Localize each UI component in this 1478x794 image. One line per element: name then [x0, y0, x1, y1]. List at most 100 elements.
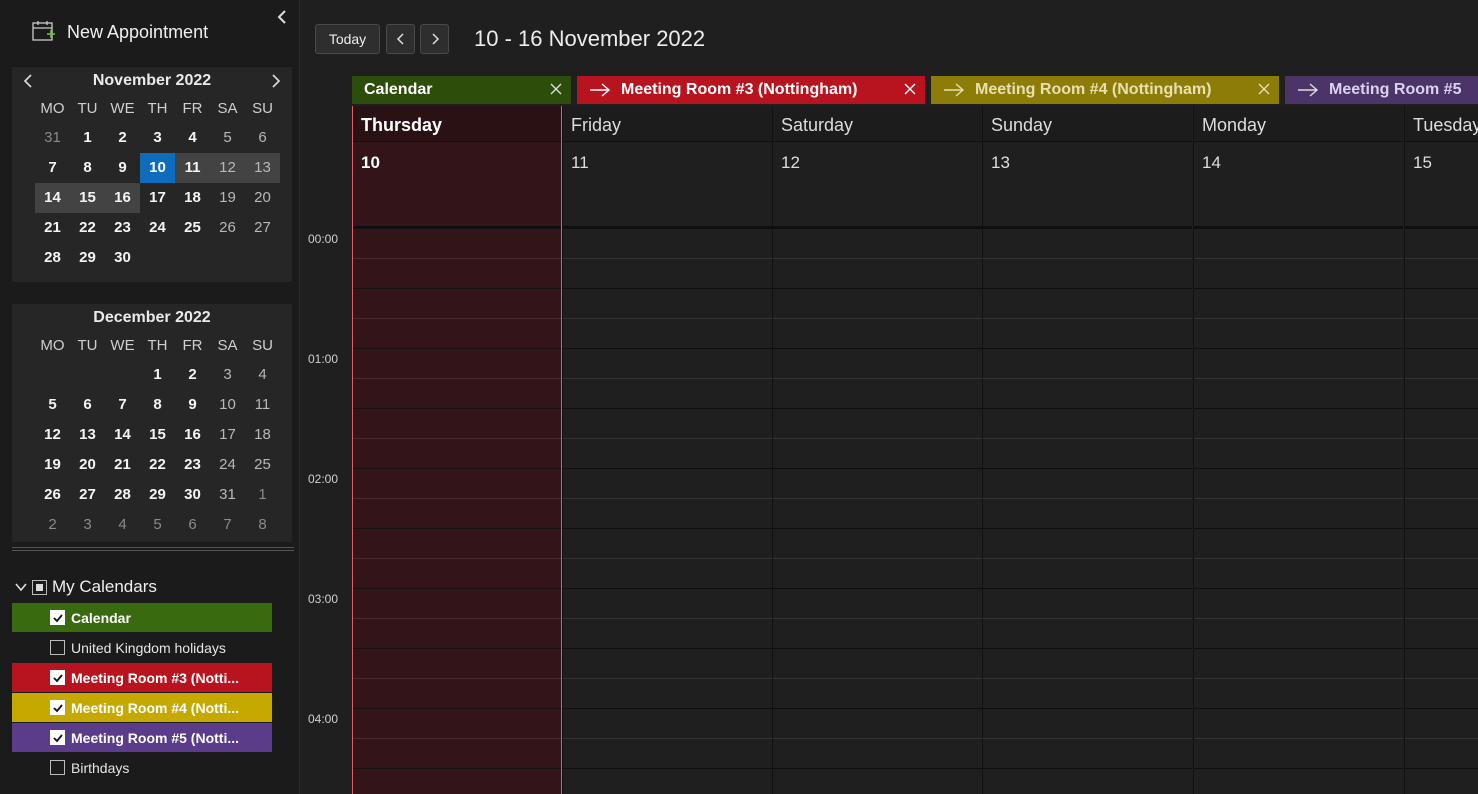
day-column[interactable]: Friday 11 [562, 106, 772, 794]
calendar-checkbox[interactable] [50, 760, 65, 775]
calendar-checkbox[interactable] [50, 610, 65, 625]
all-day-area[interactable] [353, 142, 561, 227]
tab-meeting-room-3[interactable]: Meeting Room #3 (Nottingham) [577, 76, 925, 104]
close-icon[interactable] [903, 82, 917, 96]
mini-calendar-day[interactable]: 31 [210, 480, 245, 510]
mini-calendar-day[interactable]: 13 [245, 153, 280, 183]
arrow-right-icon[interactable] [589, 82, 611, 98]
mini-calendar-day[interactable]: 30 [175, 480, 210, 510]
day-column[interactable]: Saturday 12 [772, 106, 982, 794]
mini-calendar-day[interactable]: 15 [140, 420, 175, 450]
calendar-list-item[interactable]: Meeting Room #3 (Notti... [12, 663, 272, 692]
mini-calendar-day[interactable]: 7 [210, 510, 245, 540]
mini-calendar-day[interactable]: 24 [210, 450, 245, 480]
mini-calendar-day[interactable]: 19 [210, 183, 245, 213]
calendar-list-item[interactable]: United Kingdom holidays [12, 633, 272, 662]
mini-calendar-day[interactable]: 22 [140, 450, 175, 480]
mini-calendar-day[interactable]: 7 [105, 390, 140, 420]
mini-calendar-day[interactable]: 8 [140, 390, 175, 420]
mini-calendar-day[interactable]: 25 [245, 450, 280, 480]
day-column[interactable]: Sunday 13 [982, 106, 1192, 794]
mini-calendar-day[interactable]: 1 [245, 480, 280, 510]
time-slots[interactable] [773, 227, 982, 794]
day-column[interactable]: Monday 14 [1193, 106, 1403, 794]
tab-calendar[interactable]: Calendar [352, 76, 571, 104]
mini-calendar-day[interactable]: 18 [175, 183, 210, 213]
mini-calendar-day[interactable]: 17 [140, 183, 175, 213]
mini-calendar-day[interactable]: 3 [70, 510, 105, 540]
mini-calendar-day[interactable]: 18 [245, 420, 280, 450]
new-appointment-button[interactable]: New Appointment [30, 18, 208, 46]
time-slots[interactable] [1194, 227, 1403, 794]
mini-calendar-day[interactable]: 12 [35, 420, 70, 450]
mini-calendar-day[interactable]: 13 [70, 420, 105, 450]
mini-calendar-day[interactable]: 14 [105, 420, 140, 450]
arrow-right-icon[interactable] [943, 82, 965, 98]
close-icon[interactable] [549, 82, 563, 96]
collapse-sidebar-icon[interactable] [274, 8, 292, 26]
mini-calendar-day[interactable]: 28 [35, 243, 70, 273]
mini-calendar-day[interactable]: 8 [70, 153, 105, 183]
mini-calendar-day[interactable]: 3 [140, 123, 175, 153]
all-day-area[interactable] [1194, 142, 1403, 227]
next-month-icon[interactable] [266, 72, 284, 90]
all-day-area[interactable] [773, 142, 982, 227]
mini-calendar-day[interactable]: 6 [70, 390, 105, 420]
mini-calendar-day[interactable]: 26 [210, 213, 245, 243]
calendar-list-item[interactable]: Meeting Room #4 (Notti... [12, 693, 272, 722]
time-slots[interactable] [983, 227, 1192, 794]
mini-calendar-day[interactable]: 15 [70, 183, 105, 213]
mini-calendar-day[interactable]: 4 [105, 510, 140, 540]
mini-calendar-day[interactable]: 19 [35, 450, 70, 480]
all-day-area[interactable] [563, 142, 772, 227]
my-calendars-group-header[interactable]: My Calendars [14, 576, 157, 598]
mini-calendar-day[interactable]: 28 [105, 480, 140, 510]
calendar-list-item[interactable]: Meeting Room #5 (Notti... [12, 723, 272, 752]
mini-calendar-day[interactable]: 4 [175, 123, 210, 153]
mini-calendar-day[interactable]: 5 [210, 123, 245, 153]
calendar-list-item[interactable]: Birthdays [12, 753, 272, 782]
mini-calendar-day[interactable]: 5 [140, 510, 175, 540]
mini-calendar-day[interactable]: 26 [35, 480, 70, 510]
today-button[interactable]: Today [315, 24, 380, 54]
all-day-area[interactable] [983, 142, 1192, 227]
mini-calendar-day[interactable]: 6 [175, 510, 210, 540]
mini-calendar-day[interactable]: 29 [140, 480, 175, 510]
chevron-down-icon[interactable] [14, 580, 28, 594]
mini-calendar-day[interactable]: 9 [105, 153, 140, 183]
calendar-checkbox[interactable] [50, 670, 65, 685]
calendar-checkbox[interactable] [50, 640, 65, 655]
mini-calendar-day[interactable]: 8 [245, 510, 280, 540]
mini-calendar-day[interactable]: 30 [105, 243, 140, 273]
day-column-today[interactable]: Thursday 10 [352, 106, 562, 794]
day-column[interactable]: Tuesday 15 [1404, 106, 1478, 794]
arrow-right-icon[interactable] [1297, 82, 1319, 98]
tab-meeting-room-4[interactable]: Meeting Room #4 (Nottingham) [931, 76, 1279, 104]
mini-calendar-day[interactable]: 31 [35, 123, 70, 153]
mini-calendar-day[interactable]: 11 [175, 153, 210, 183]
mini-calendar-day[interactable]: 7 [35, 153, 70, 183]
mini-calendar-day[interactable]: 23 [105, 213, 140, 243]
calendar-checkbox[interactable] [50, 730, 65, 745]
calendar-list-item[interactable]: Calendar [12, 603, 272, 632]
mini-calendar-day[interactable]: 5 [35, 390, 70, 420]
mini-calendar-day[interactable]: 4 [245, 360, 280, 390]
mini-calendar-day[interactable]: 9 [175, 390, 210, 420]
previous-month-icon[interactable] [20, 72, 38, 90]
mini-calendar-day[interactable]: 21 [35, 213, 70, 243]
mini-calendar-day[interactable]: 11 [245, 390, 280, 420]
mini-calendar-day[interactable]: 21 [105, 450, 140, 480]
next-week-button[interactable] [420, 24, 449, 54]
mini-calendar-day[interactable]: 25 [175, 213, 210, 243]
mini-calendar-day[interactable]: 16 [105, 183, 140, 213]
time-slots[interactable] [563, 227, 772, 794]
mini-calendar-day[interactable]: 16 [175, 420, 210, 450]
mini-calendar-day[interactable]: 10 [210, 390, 245, 420]
mini-calendar-day[interactable]: 6 [245, 123, 280, 153]
mini-calendar-day[interactable]: 3 [210, 360, 245, 390]
mini-calendar-day[interactable]: 22 [70, 213, 105, 243]
mini-calendar-day[interactable]: 2 [175, 360, 210, 390]
time-slots[interactable] [1405, 227, 1478, 794]
mini-calendar-day[interactable]: 20 [245, 183, 280, 213]
mini-calendar-day[interactable]: 20 [70, 450, 105, 480]
